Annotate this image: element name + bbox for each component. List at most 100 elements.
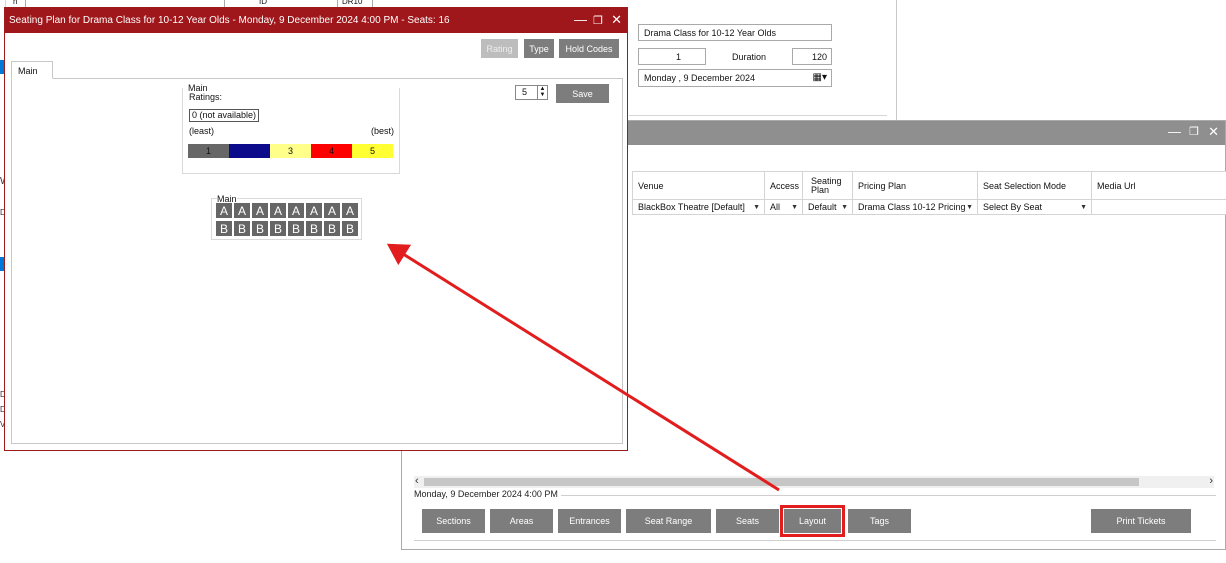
duration-label: Duration: [732, 52, 767, 62]
seat-selection-value: Select By Seat: [983, 202, 1043, 212]
seating-plan-titlebar[interactable]: Seating Plan for Drama Class for 10-12 Y…: [5, 8, 627, 33]
media-url-cell[interactable]: [1091, 200, 1226, 214]
chevron-down-icon[interactable]: ▼: [966, 204, 973, 211]
form-separator: [629, 115, 887, 116]
type-button[interactable]: Type: [524, 39, 554, 58]
seat-selection-cell[interactable]: Select By Seat ▼: [977, 200, 1091, 214]
show-name-input[interactable]: Drama Class for 10-12 Year Olds: [638, 24, 832, 41]
tab-main-panel: Main Ratings: 0 (not available) (least) …: [11, 78, 623, 444]
rating-button[interactable]: Rating: [481, 39, 518, 58]
performance-date-label: Monday, 9 December 2024 4:00 PM: [414, 489, 561, 499]
date-value: Monday , 9 December 2024: [644, 73, 756, 83]
seat[interactable]: A: [252, 203, 268, 218]
grid-header-media-url[interactable]: Media Url: [1091, 172, 1226, 199]
access-value: All: [770, 202, 781, 212]
tags-button[interactable]: Tags: [848, 509, 911, 533]
seat[interactable]: B: [306, 221, 322, 236]
minimize-icon[interactable]: ―: [574, 12, 587, 27]
grid-header-access[interactable]: Access: [764, 172, 802, 199]
chevron-down-icon[interactable]: ▼: [1080, 204, 1087, 211]
access-cell[interactable]: All ▼: [764, 200, 802, 214]
seat[interactable]: B: [234, 221, 250, 236]
rating-stepper[interactable]: 5 ▲ ▼: [515, 85, 548, 100]
grid-header-seat-selection[interactable]: Seat Selection Mode: [977, 172, 1091, 199]
hold-codes-button[interactable]: Hold Codes: [559, 39, 619, 58]
stepper-arrows-icon[interactable]: ▲ ▼: [537, 86, 547, 99]
tab-main[interactable]: Main: [11, 61, 53, 79]
scroll-left-icon[interactable]: ‹: [415, 475, 419, 487]
date-picker[interactable]: Monday , 9 December 2024 ▦▾: [638, 69, 832, 87]
close-icon[interactable]: ✕: [611, 12, 622, 28]
venue-cell[interactable]: BlackBox Theatre [Default] ▼: [632, 200, 764, 214]
layout-button[interactable]: Layout: [780, 505, 845, 537]
performance-grid: Venue Access Seating Plan Pricing Plan S…: [632, 171, 1226, 215]
entrances-button[interactable]: Entrances: [558, 509, 621, 533]
chevron-down-icon[interactable]: ▼: [753, 204, 760, 211]
rating-swatch-3[interactable]: 3: [270, 144, 311, 158]
seat[interactable]: A: [306, 203, 322, 218]
seat[interactable]: B: [216, 221, 232, 236]
seat[interactable]: B: [324, 221, 340, 236]
seat-row-b: BBBBBBBB: [216, 221, 360, 236]
seating-plan-cell[interactable]: Default ▼: [802, 200, 852, 214]
scrollbar-thumb[interactable]: [424, 478, 1139, 486]
seat[interactable]: A: [288, 203, 304, 218]
least-label: (least): [189, 126, 215, 136]
calendar-dropdown-icon[interactable]: ▦▾: [813, 72, 827, 83]
duration-value: 120: [811, 51, 827, 62]
ratings-group: Main Ratings: 0 (not available) (least) …: [182, 83, 400, 174]
pricing-plan-cell[interactable]: Drama Class 10-12 Pricing ▼: [852, 200, 977, 214]
restore-icon[interactable]: ❐: [593, 14, 603, 27]
rating-swatch-1[interactable]: 1: [188, 144, 229, 158]
duration-input[interactable]: 120: [792, 48, 832, 65]
seat[interactable]: B: [252, 221, 268, 236]
scroll-right-icon[interactable]: ›: [1209, 475, 1213, 487]
show-name-value: Drama Class for 10-12 Year Olds: [644, 27, 777, 38]
rating-swatch-5[interactable]: 5: [352, 144, 393, 158]
rating-swatch-2[interactable]: 2: [229, 144, 270, 158]
print-tickets-button[interactable]: Print Tickets: [1091, 509, 1191, 533]
seat-range-button[interactable]: Seat Range: [626, 509, 711, 533]
grid-header-row: Venue Access Seating Plan Pricing Plan S…: [632, 171, 1226, 200]
minimize-icon[interactable]: ―: [1168, 124, 1181, 139]
venue-value: BlackBox Theatre [Default]: [638, 202, 745, 212]
horizontal-scrollbar[interactable]: ‹ ›: [414, 475, 1214, 488]
seat-map-group: Main AAAAAAAA BBBBBBBB: [211, 194, 362, 240]
seat[interactable]: A: [234, 203, 250, 218]
number-value: 1: [675, 51, 681, 62]
grid-header-pricing-plan[interactable]: Pricing Plan: [852, 172, 977, 199]
rating-stepper-value: 5: [522, 87, 528, 97]
seat[interactable]: B: [288, 221, 304, 236]
partial-id-label: ID: [259, 0, 267, 6]
rating-scale: 12345: [188, 144, 393, 158]
restore-icon[interactable]: ❐: [1189, 125, 1199, 138]
seat-row-a: AAAAAAAA: [216, 203, 360, 218]
seating-plan-window: Seating Plan for Drama Class for 10-12 Y…: [4, 7, 628, 451]
seat[interactable]: B: [270, 221, 286, 236]
pricing-plan-value: Drama Class 10-12 Pricing: [858, 202, 966, 212]
seats-button[interactable]: Seats: [716, 509, 779, 533]
table-row[interactable]: BlackBox Theatre [Default] ▼ All ▼ Default…: [632, 200, 1226, 215]
ratings-label: Ratings:: [189, 92, 223, 102]
seat[interactable]: A: [216, 203, 232, 218]
grid-header-seating-plan[interactable]: Seating Plan: [802, 172, 852, 199]
seating-plan-value: Default: [808, 202, 837, 212]
seating-plan-title: Seating Plan for Drama Class for 10-12 Y…: [9, 15, 450, 26]
chevron-down-icon[interactable]: ▼: [841, 204, 848, 211]
not-available-rating-button[interactable]: 0 (not available): [189, 109, 259, 122]
sections-button[interactable]: Sections: [422, 509, 485, 533]
seat[interactable]: A: [342, 203, 358, 218]
seat[interactable]: A: [270, 203, 286, 218]
save-button[interactable]: Save: [556, 84, 609, 103]
close-icon[interactable]: ✕: [1208, 124, 1219, 140]
chevron-down-icon[interactable]: ▼: [791, 204, 798, 211]
seat[interactable]: A: [324, 203, 340, 218]
number-input[interactable]: 1: [638, 48, 706, 65]
areas-button[interactable]: Areas: [490, 509, 553, 533]
partial-left-label: h: [13, 0, 18, 6]
seat[interactable]: B: [342, 221, 358, 236]
rating-swatch-4[interactable]: 4: [311, 144, 352, 158]
grid-header-venue[interactable]: Venue: [632, 172, 764, 199]
best-label: (best): [370, 126, 394, 136]
performance-date-group: Monday, 9 December 2024 4:00 PM Sections…: [414, 489, 1216, 541]
